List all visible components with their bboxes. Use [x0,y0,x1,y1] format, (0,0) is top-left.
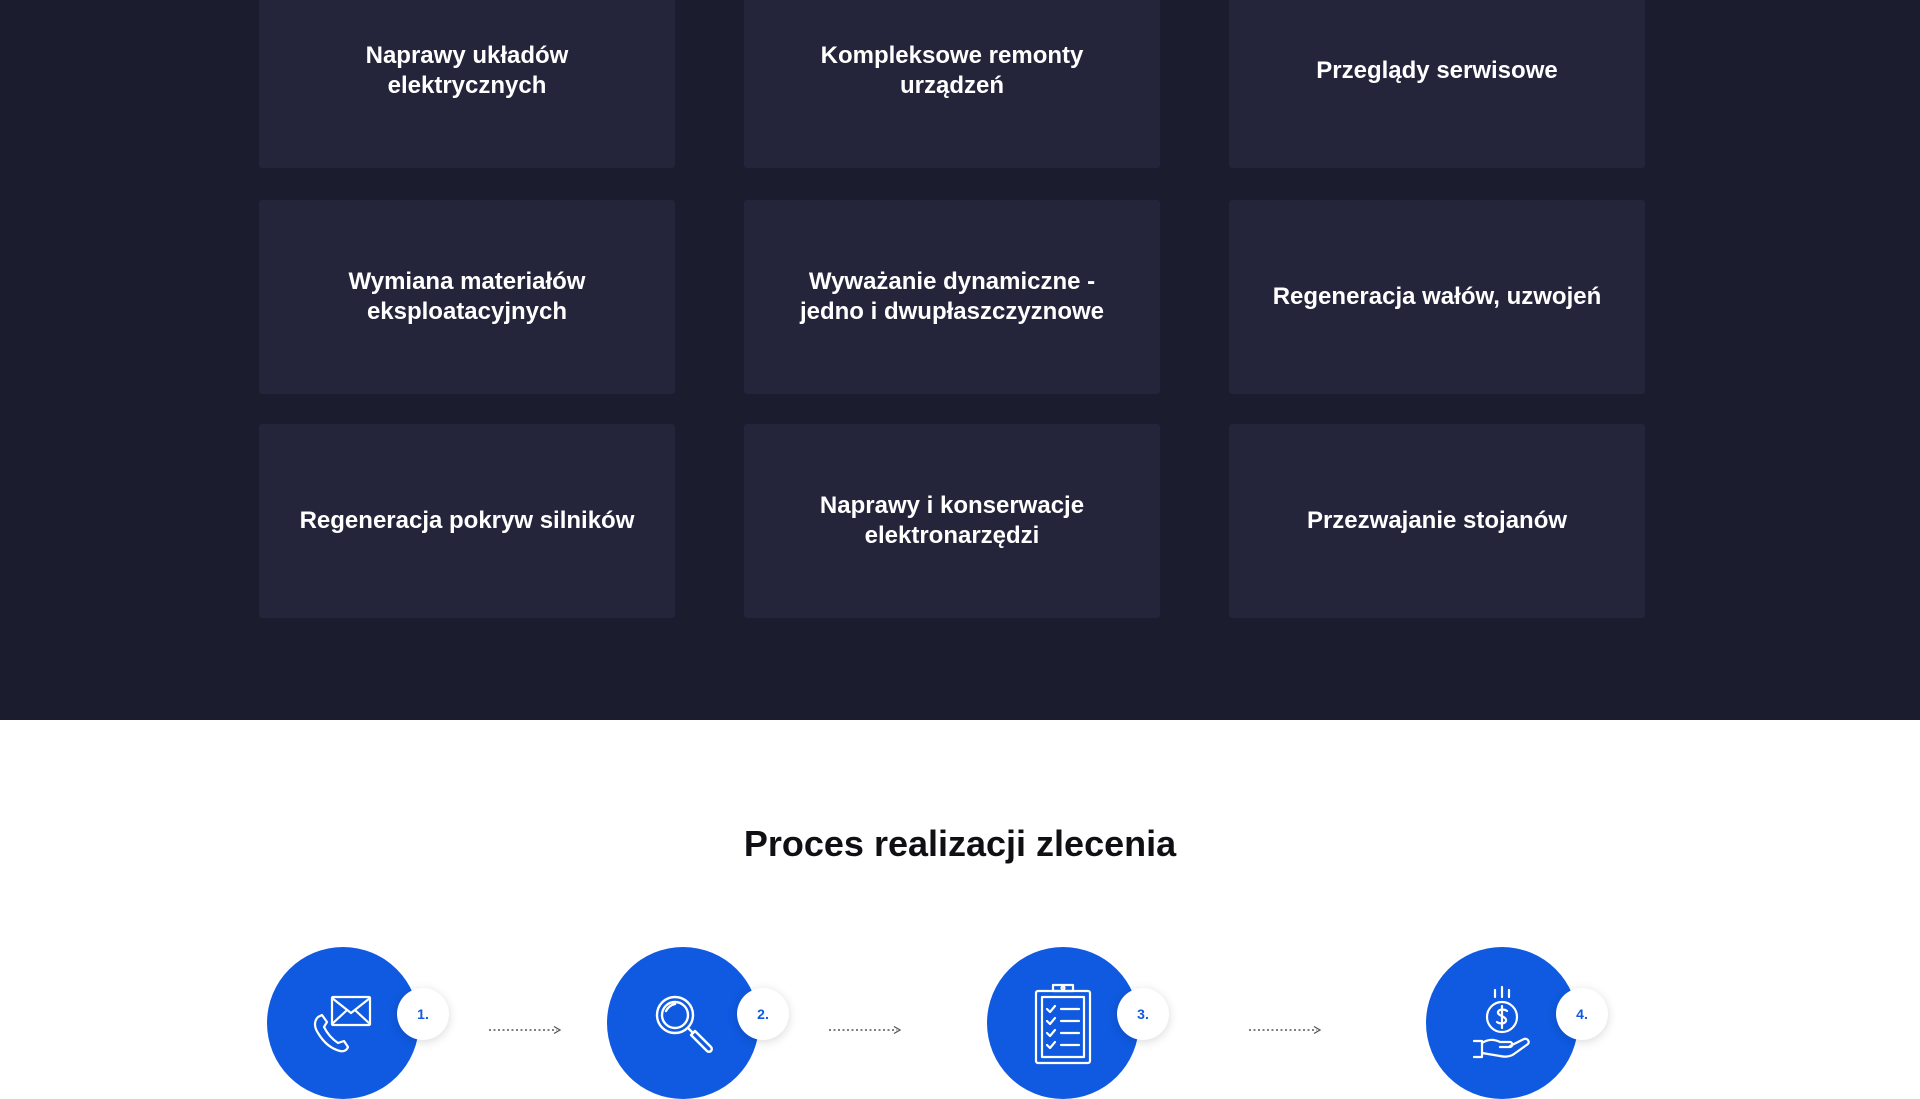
service-card[interactable]: Naprawy układów elektrycznych [259,0,675,168]
phone-mail-icon [313,995,372,1053]
service-card[interactable]: Regeneracja pokryw silników [259,424,675,618]
service-card[interactable]: Przezwajanie stojanów [1229,424,1645,618]
service-card-label: Przezwajanie stojanów [1306,507,1568,534]
service-card[interactable]: Kompleksowe remonty urządzeń [744,0,1160,168]
service-card-label: Wymiana materiałów eksploatacyjnych [348,268,586,325]
arrow-1-icon [489,1025,562,1035]
step-2-number: 2. [737,988,789,1040]
service-card[interactable]: Wymiana materiałów eksploatacyjnych [259,200,675,394]
service-card[interactable]: Wyważanie dynamiczne - jedno i dwupłaszc… [744,200,1160,394]
step-3-number: 3. [1117,988,1169,1040]
step-1-number: 1. [397,988,449,1040]
step-3-circle [987,947,1139,1099]
arrow-3-icon [1249,1025,1322,1035]
service-card-label: Regeneracja pokryw silników [299,507,635,534]
step-4-number: 4. [1556,988,1608,1040]
service-card-label: Wyważanie dynamiczne - jedno i dwupłaszc… [799,268,1105,325]
arrow-2-icon [829,1025,902,1035]
step-1-circle [267,947,419,1099]
clipboard-checklist-icon [1034,983,1092,1065]
service-card-label: Przeglądy serwisowe [1316,57,1558,84]
service-card[interactable]: Regeneracja wałów, uzwojeń [1229,200,1645,394]
service-card-label: Naprawy i konserwacje elektronarzędzi [819,492,1085,549]
process-section: Proces realizacji zlecenia 1. 2. 3. 4. [0,720,1920,1099]
step-4-circle [1426,947,1578,1099]
money-hand-icon [1472,985,1530,1059]
step-2-circle [607,947,759,1099]
process-title: Proces realizacji zlecenia [743,823,1177,864]
service-card-label: Regeneracja wałów, uzwojeń [1272,283,1602,310]
services-section: Naprawy układów elektrycznych Kompleksow… [0,0,1920,720]
magnifier-icon [655,995,713,1053]
service-card[interactable]: Przeglądy serwisowe [1229,0,1645,168]
service-card-label: Kompleksowe remonty urządzeń [820,42,1084,99]
service-card[interactable]: Naprawy i konserwacje elektronarzędzi [744,424,1160,618]
service-card-label: Naprawy układów elektrycznych [365,42,569,99]
